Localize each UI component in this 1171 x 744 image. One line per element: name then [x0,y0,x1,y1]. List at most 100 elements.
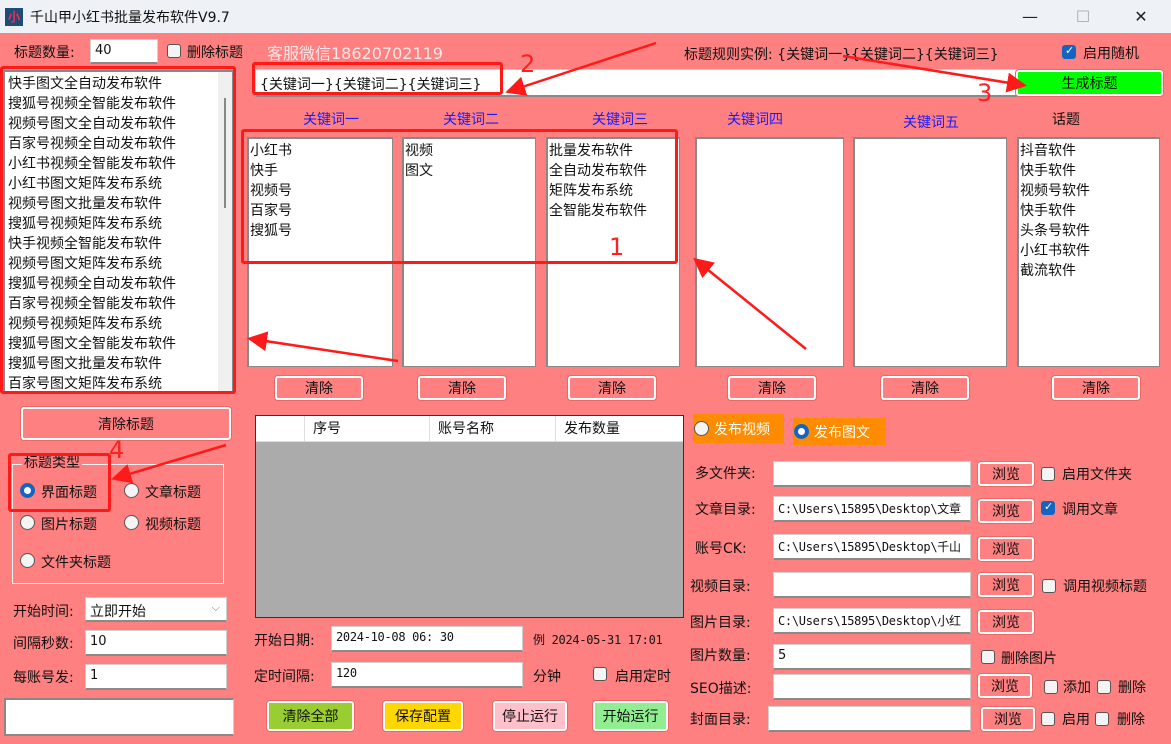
title-list-item[interactable]: 搜狐号视频全自动发布软件 [8,274,231,294]
start-date-input[interactable]: 2024-10-08 06: 30 [331,626,523,652]
clear-titles-button[interactable]: 清除标题 [21,407,231,440]
keyword-item[interactable]: 小红书软件 [1020,241,1158,261]
enable-folder-checkbox[interactable] [1041,467,1055,481]
title-list-item[interactable]: 搜狐号图文批量发布软件 [8,354,231,374]
account-ck-browse-button[interactable]: 浏览 [978,537,1034,561]
keyword-listbox[interactable] [853,137,1007,367]
multi-folder-input[interactable] [773,461,971,487]
keyword-item[interactable]: 全智能发布软件 [549,201,678,221]
use-video-title-checkbox[interactable] [1042,579,1056,593]
publish-video-radio[interactable] [694,421,709,436]
title-type-radio[interactable] [124,515,139,530]
keyword-listbox[interactable]: 小红书 快手 视频号 百家号 搜狐号 [247,137,393,367]
column-header-select[interactable] [256,416,305,441]
keyword-item[interactable]: 批量发布软件 [549,141,678,161]
keyword-listbox[interactable]: 视频 图文 [402,137,536,367]
keyword-item[interactable]: 全自动发布软件 [549,161,678,181]
title-list-item[interactable]: 视频号图文全自动发布软件 [8,114,231,134]
video-dir-input[interactable] [773,572,971,598]
title-count-input[interactable]: 40 [90,39,158,64]
title-list-item[interactable]: 视频号图文批量发布软件 [8,194,231,214]
article-dir-browse-button[interactable]: 浏览 [978,499,1034,523]
log-textbox[interactable] [4,698,234,736]
enable-random-checkbox[interactable] [1062,44,1076,59]
keyword-item[interactable]: 快手软件 [1020,201,1158,221]
title-list-item[interactable]: 百家号视频全自动发布软件 [8,134,231,154]
title-list-item[interactable]: 快手图文全自动发布软件 [8,74,231,94]
title-list-item[interactable]: 小红书图文矩阵发布系统 [8,174,231,194]
use-article-checkbox[interactable] [1041,500,1055,515]
seo-add-checkbox[interactable] [1044,680,1058,694]
keyword-item[interactable]: 头条号软件 [1020,221,1158,241]
titles-scrollbar[interactable] [218,72,232,391]
generate-titles-button[interactable]: 生成标题 [1016,70,1163,96]
multi-folder-browse-button[interactable]: 浏览 [978,462,1034,486]
close-button[interactable]: ✕ [1118,0,1164,33]
keyword-clear-button[interactable]: 清除 [1052,376,1140,400]
column-header-account-name[interactable]: 账号名称 [430,416,556,441]
keyword-item[interactable]: 百家号 [250,201,391,221]
delete-titles-checkbox[interactable] [167,44,181,58]
cover-delete-checkbox[interactable] [1095,712,1109,726]
accounts-table[interactable]: 序号 账号名称 发布数量 [255,415,684,618]
cover-dir-input[interactable] [768,706,971,732]
seo-input[interactable] [773,674,971,700]
keyword-item[interactable]: 视频 [405,141,534,161]
cover-enable-checkbox[interactable] [1041,712,1055,726]
keyword-item[interactable]: 抖音软件 [1020,141,1158,161]
title-list-item[interactable]: 搜狐号视频矩阵发布系统 [8,214,231,234]
publish-image-option[interactable]: 发布图文 [793,418,886,445]
seo-delete-checkbox[interactable] [1097,680,1111,694]
publish-image-radio[interactable] [794,424,809,439]
title-list-item[interactable]: 视频号视频矩阵发布系统 [8,314,231,334]
keyword-listbox[interactable]: 抖音软件 快手软件 视频号软件 快手软件 头条号软件 小红书软件 截流软件 [1017,137,1160,367]
minimize-button[interactable]: — [1007,0,1053,33]
title-type-radio[interactable] [20,515,35,530]
title-list-item[interactable]: 快手视频全智能发布软件 [8,234,231,254]
image-count-input[interactable]: 5 [773,644,971,670]
publish-video-option[interactable]: 发布视频 [693,414,784,443]
keyword-item[interactable]: 矩阵发布系统 [549,181,678,201]
scrollbar-thumb[interactable] [224,98,226,208]
image-dir-input[interactable]: C:\Users\15895\Desktop\小红 [773,608,971,634]
keyword-item[interactable]: 截流软件 [1020,261,1158,281]
keyword-item[interactable]: 小红书 [250,141,391,161]
title-list-item[interactable]: 小红书视频全智能发布软件 [8,154,231,174]
keyword-item[interactable]: 快手软件 [1020,161,1158,181]
column-header-index[interactable]: 序号 [305,416,430,441]
title-list-item[interactable]: 百家号视频全智能发布软件 [8,294,231,314]
video-dir-browse-button[interactable]: 浏览 [978,573,1034,597]
title-list-item[interactable]: 视频号图文矩阵发布系统 [8,254,231,274]
title-rule-input[interactable]: {关键词一}{关键词二}{关键词三} [255,69,1019,97]
enable-timer-checkbox[interactable] [593,667,607,681]
title-list-item[interactable]: 搜狐号图文全智能发布软件 [8,334,231,354]
keyword-item[interactable]: 图文 [405,161,534,181]
stop-button[interactable]: 停止运行 [493,701,567,731]
per-account-input[interactable]: 1 [85,664,227,690]
seo-browse-button[interactable]: 浏览 [978,674,1032,698]
delete-images-checkbox[interactable] [981,650,995,664]
titles-listbox[interactable]: 快手图文全自动发布软件 搜狐号视频全智能发布软件 视频号图文全自动发布软件 百家号视频… [3,70,233,392]
title-type-radio[interactable] [20,483,35,498]
keyword-clear-button[interactable]: 清除 [881,376,969,400]
cover-dir-browse-button[interactable]: 浏览 [981,707,1035,731]
keyword-clear-button[interactable]: 清除 [275,376,363,400]
keyword-clear-button[interactable]: 清除 [418,376,506,400]
start-time-select[interactable]: 立即开始 ⌵ [85,597,227,622]
maximize-button[interactable]: ☐ [1060,0,1106,33]
timer-interval-input[interactable]: 120 [331,662,523,688]
title-list-item[interactable]: 搜狐号视频全智能发布软件 [8,94,231,114]
title-type-radio[interactable] [20,553,35,568]
keyword-item[interactable]: 视频号软件 [1020,181,1158,201]
title-type-radio[interactable] [124,483,139,498]
keyword-item[interactable]: 搜狐号 [250,221,391,241]
keyword-clear-button[interactable]: 清除 [728,376,816,400]
keyword-clear-button[interactable]: 清除 [568,376,656,400]
account-ck-input[interactable]: C:\Users\15895\Desktop\千山 [773,534,971,560]
clear-all-button[interactable]: 清除全部 [267,701,354,731]
column-header-publish-count[interactable]: 发布数量 [556,416,683,441]
start-button[interactable]: 开始运行 [593,701,668,731]
save-config-button[interactable]: 保存配置 [383,701,463,731]
interval-seconds-input[interactable]: 10 [85,630,227,656]
image-dir-browse-button[interactable]: 浏览 [978,610,1034,634]
